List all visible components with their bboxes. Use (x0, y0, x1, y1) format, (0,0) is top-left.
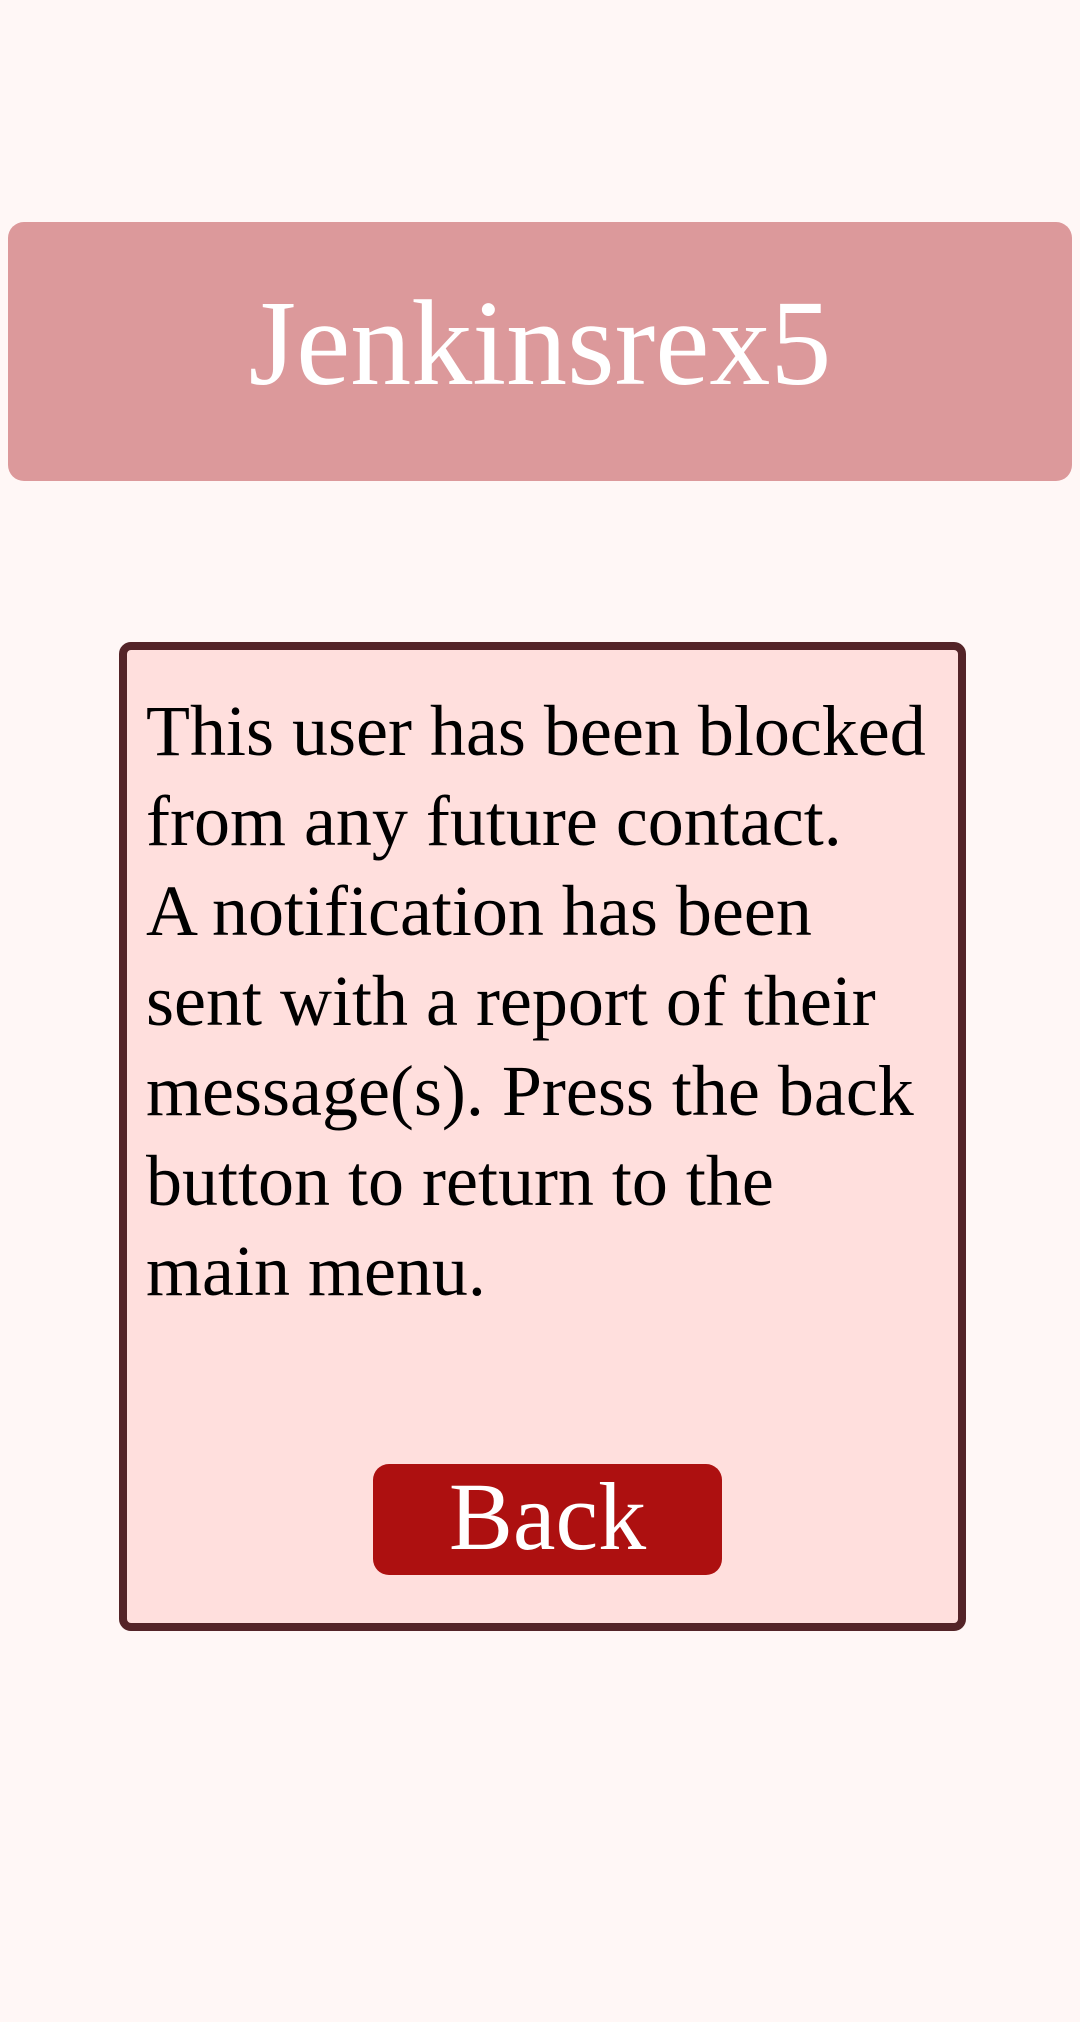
message-line: from any future contact. (146, 781, 842, 861)
message-line: main menu. (146, 1231, 486, 1311)
message-line: sent with a report of their (146, 961, 876, 1041)
message-line: message(s). Press the back (146, 1051, 914, 1131)
back-button[interactable]: Back (373, 1464, 722, 1575)
back-button-label: Back (448, 1462, 647, 1570)
blocked-message: This user has been blocked from any futu… (146, 686, 976, 1316)
message-line: button to return to the (146, 1141, 774, 1221)
message-line: This user has been blocked (146, 691, 926, 771)
header-banner: Jenkinsrex5 (8, 222, 1072, 481)
contact-name-title: Jenkinsrex5 (248, 275, 832, 411)
message-line: A notification has been (146, 871, 812, 951)
blocked-notice-panel: This user has been blocked from any futu… (119, 642, 966, 1631)
